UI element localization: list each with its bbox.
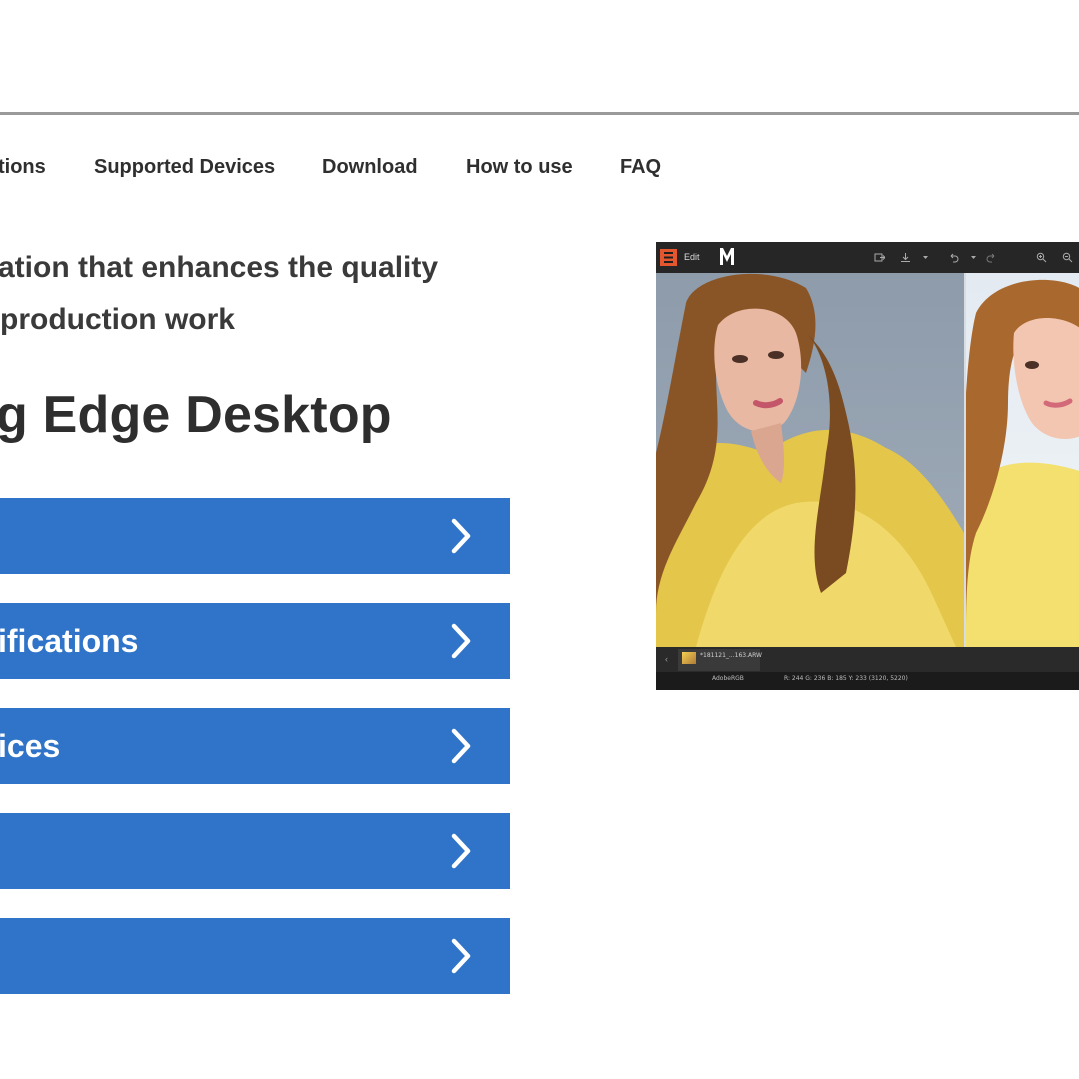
nav-link-supported-devices[interactable]: Supported Devices [94,156,275,179]
filmstrip-item[interactable]: *181121_...163.ARW [678,649,762,671]
app-toolbar: Edit [656,242,1079,273]
menu-button-label: ifications [0,623,139,659]
filmstrip-thumbnail [682,652,696,664]
app-screenshot: Edit ‹ *181121_...163.ARW AdobeRGB R: 24… [656,242,1079,690]
download-icon [901,253,910,262]
chevron-right-icon [451,623,471,659]
hero-tagline-line2: production work [0,303,235,336]
status-colorspace: AdobeRGB [712,675,744,682]
portrait-photo-after [966,279,1079,647]
nav-link-download[interactable]: Download [322,156,418,179]
hero-tagline-line1: ation that enhances the quality [0,251,439,284]
redo-icon [986,253,995,263]
menu-button-supported-devices[interactable]: ices [0,708,510,784]
export-icon [874,253,885,262]
header-divider [0,112,1079,115]
product-title: g Edge Desktop [0,386,392,444]
menu-button-4[interactable] [0,813,510,889]
zoom-in-icon [1036,252,1047,263]
brand-mark-icon [720,248,734,265]
chevron-right-icon [451,833,471,869]
status-pixel-readout: R: 244 G: 236 B: 185 Y: 233 (3120, 5220) [784,675,908,682]
zoom-out-icon [1062,252,1073,263]
chevron-left-icon[interactable]: ‹ [665,654,668,664]
filmstrip-filename: *181121_...163.ARW [700,652,762,659]
photo-after [966,273,1079,647]
app-status-bar: AdobeRGB R: 244 G: 236 B: 185 Y: 233 (31… [656,672,1079,690]
chevron-right-icon [451,518,471,554]
menu-button-specifications[interactable]: ifications [0,603,510,679]
portrait-photo-before [656,273,964,647]
chevron-right-icon [451,938,471,974]
menu-button-label: ices [0,728,61,764]
app-edit-label: Edit [684,252,700,262]
app-logo-icon [660,249,677,266]
nav-link-specifications[interactable]: tions [0,156,46,179]
menu-button-5[interactable] [0,918,510,994]
caret-down-icon [971,256,976,259]
app-filmstrip: ‹ *181121_...163.ARW [656,647,1079,672]
caret-down-icon [923,256,928,259]
nav-link-faq[interactable]: FAQ [620,156,661,179]
menu-button-1[interactable] [0,498,510,574]
nav-link-how-to-use[interactable]: How to use [466,156,573,179]
photo-before [656,273,964,647]
undo-icon [950,253,959,263]
chevron-right-icon [451,728,471,764]
